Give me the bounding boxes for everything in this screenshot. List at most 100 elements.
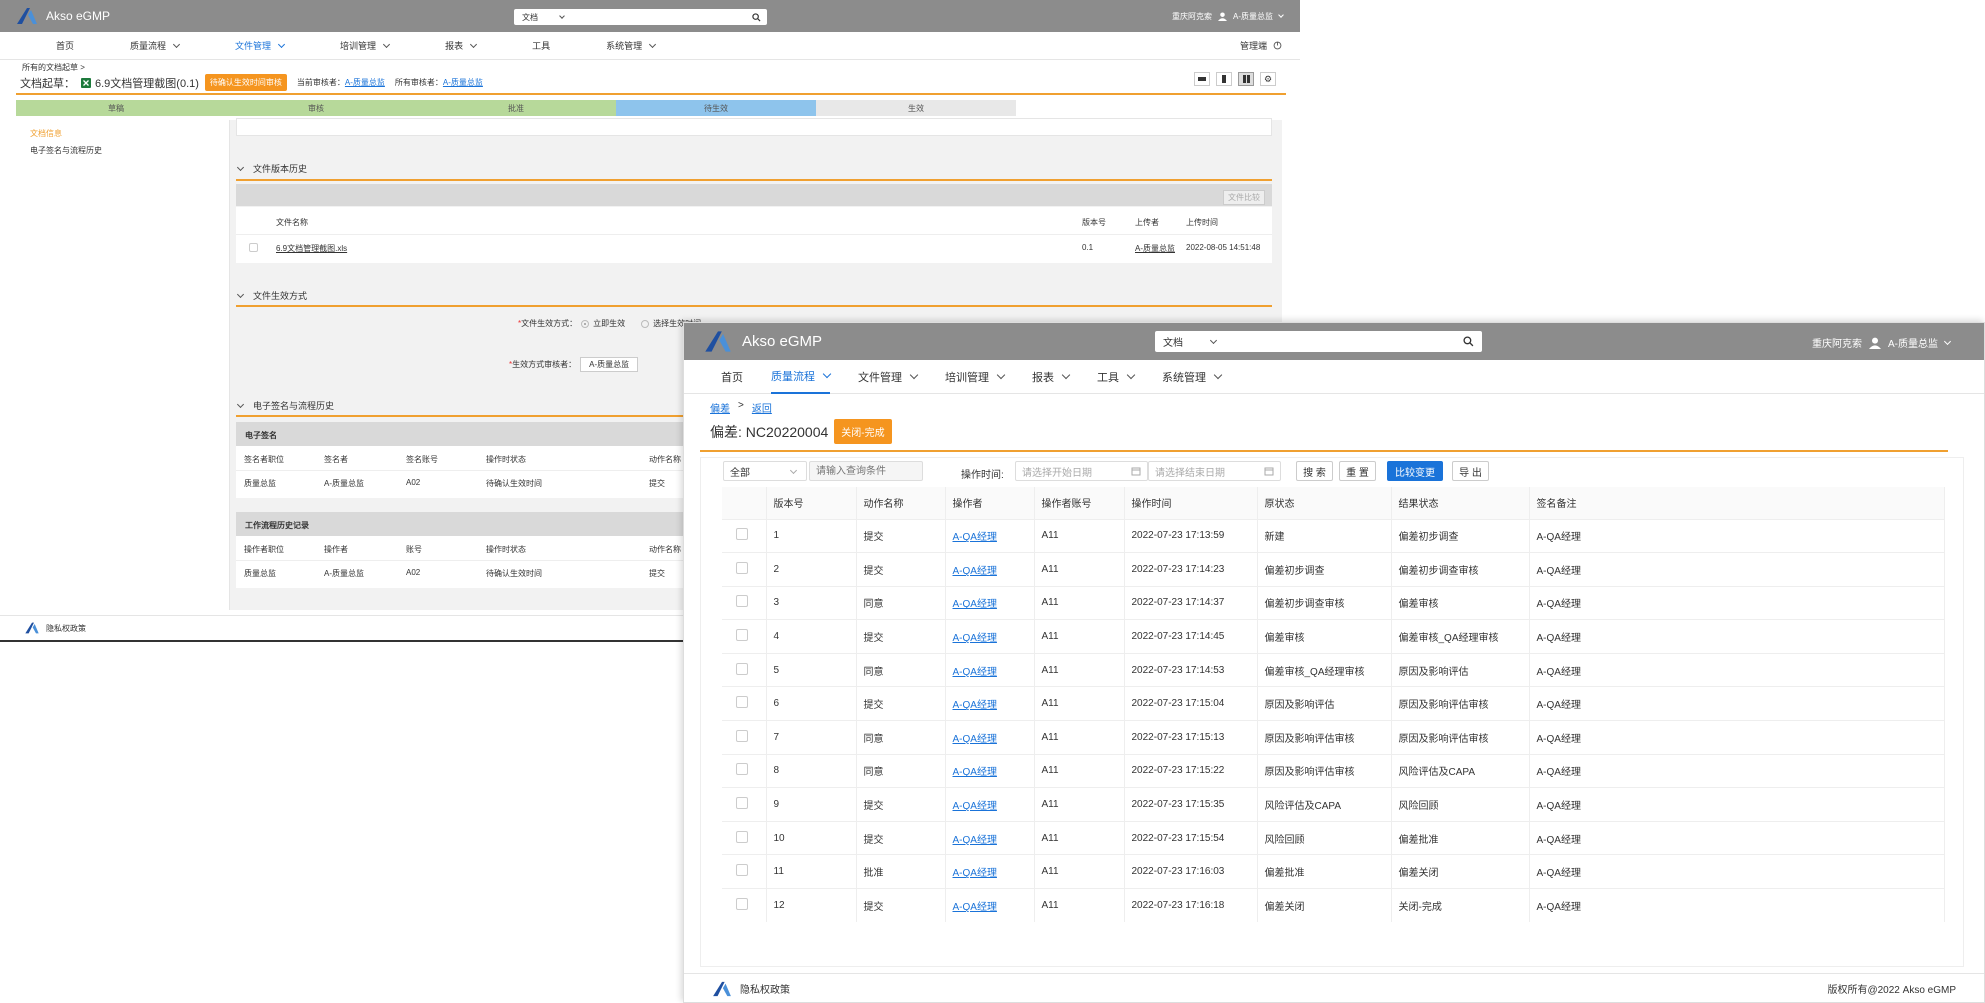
settings-button[interactable]: ⚙ xyxy=(1260,72,1276,86)
operator-link[interactable]: A-QA经理 xyxy=(945,753,1035,788)
global-search[interactable]: 文档 xyxy=(514,9,767,25)
row-checkbox[interactable] xyxy=(736,629,748,642)
operator-link[interactable]: A-QA经理 xyxy=(945,585,1035,620)
header-divider xyxy=(16,93,1286,95)
row-checkbox[interactable] xyxy=(249,243,258,252)
esign-history-header[interactable]: 电子签名与流程历史 xyxy=(236,399,334,412)
all-reviewers-link[interactable]: A-质量总监 xyxy=(443,77,483,88)
filter-field-select[interactable]: 全部 xyxy=(723,461,807,481)
row-checkbox[interactable] xyxy=(736,797,748,810)
search-scope-select[interactable]: 文档 xyxy=(1163,334,1183,349)
breadcrumb-deviation[interactable]: 偏差 xyxy=(710,400,730,415)
query-input[interactable] xyxy=(809,461,923,481)
breadcrumb-back[interactable]: 返回 xyxy=(752,400,772,415)
nav-home[interactable]: 首页 xyxy=(721,369,743,385)
user-name[interactable]: A-质量总监 xyxy=(1888,335,1938,350)
row-checkbox[interactable] xyxy=(736,561,748,574)
global-search[interactable]: 文档 xyxy=(1155,331,1482,352)
table-cell: A-QA经理 xyxy=(1529,787,1945,822)
nav-reports[interactable]: 报表 xyxy=(417,39,478,52)
privacy-policy-link[interactable]: 隐私权政策 xyxy=(46,623,86,634)
sidebar-item-esign-history[interactable]: 电子签名与流程历史 xyxy=(30,145,102,156)
search-scope-select[interactable]: 文档 xyxy=(522,12,538,23)
row-checkbox[interactable] xyxy=(736,662,748,675)
reset-button[interactable]: 重 置 xyxy=(1339,461,1376,481)
user-area[interactable]: 重庆阿克索 A-质量总监 xyxy=(1172,11,1284,22)
operator-link[interactable]: A-QA经理 xyxy=(945,652,1035,687)
user-area[interactable]: 重庆阿克索 A-质量总监 xyxy=(1812,335,1952,350)
compare-files-button[interactable]: 文件比较 xyxy=(1223,190,1265,205)
operator-link[interactable]: A-QA经理 xyxy=(945,686,1035,721)
select-cell xyxy=(722,686,767,721)
operator-link[interactable]: A-QA经理 xyxy=(945,720,1035,755)
operator-link[interactable]: A-QA经理 xyxy=(945,619,1035,654)
logout-icon[interactable] xyxy=(1273,41,1282,50)
layout-single-button[interactable] xyxy=(1194,72,1210,86)
operator-link[interactable]: A-QA经理 xyxy=(945,854,1035,889)
table-cell: 关闭-完成 xyxy=(1391,888,1530,923)
export-button[interactable]: 导 出 xyxy=(1452,461,1489,481)
table-cell: A-QA经理 xyxy=(1529,720,1945,755)
user-name[interactable]: A-质量总监 xyxy=(1233,11,1273,22)
breadcrumb[interactable]: 所有的文档起草 > xyxy=(22,62,85,73)
operator-link[interactable]: A-QA经理 xyxy=(945,888,1035,923)
operator-link[interactable]: A-QA经理 xyxy=(945,552,1035,587)
row-checkbox[interactable] xyxy=(736,763,748,776)
table-cell: A11 xyxy=(1034,753,1125,788)
search-button[interactable]: 搜 索 xyxy=(1296,461,1333,481)
file-name-link[interactable]: 6.9文档管理截图.xls xyxy=(276,243,347,254)
field-label: 生效方式审核者： xyxy=(512,360,577,369)
reviewer-select[interactable]: A-质量总监 xyxy=(580,357,639,372)
header-divider xyxy=(700,450,1948,452)
nav-tools[interactable]: 工具 xyxy=(1097,369,1136,385)
nav-training[interactable]: 培训管理 xyxy=(312,39,391,52)
table-cell: 偏差审核 xyxy=(1391,585,1530,620)
nav-tools[interactable]: 工具 xyxy=(504,39,550,52)
nav-system[interactable]: 系统管理 xyxy=(1162,369,1223,385)
table-cell: A-QA经理 xyxy=(1529,753,1945,788)
search-icon[interactable] xyxy=(752,12,761,22)
operator-link[interactable]: A-QA经理 xyxy=(945,787,1035,822)
row-checkbox[interactable] xyxy=(736,696,748,709)
uploader-cell[interactable]: A-质量总监 xyxy=(1135,243,1175,254)
admin-link[interactable]: 管理端 xyxy=(1212,39,1282,52)
nav-training[interactable]: 培训管理 xyxy=(945,369,1006,385)
table-cell: A-QA经理 xyxy=(1529,552,1945,587)
table-cell: 偏差初步调查 xyxy=(1257,552,1392,587)
radio-select-time[interactable] xyxy=(641,319,650,328)
table-cell: 偏差审核_QA经理审核 xyxy=(1257,652,1392,687)
current-reviewer-link[interactable]: A-质量总监 xyxy=(345,77,385,88)
table-cell: 2022-07-23 17:15:35 xyxy=(1124,787,1258,822)
operator-link[interactable]: A-QA经理 xyxy=(945,820,1035,855)
sidebar-item-document-info[interactable]: 文档信息 xyxy=(30,128,62,139)
table-cell: 同意 xyxy=(856,652,946,687)
search-icon[interactable] xyxy=(1463,336,1474,347)
row-checkbox[interactable] xyxy=(736,595,748,608)
privacy-policy-link[interactable]: 隐私权政策 xyxy=(740,981,790,996)
row-checkbox[interactable] xyxy=(736,729,748,742)
workflow-steps: 草稿 审核 批准 待生效 生效 xyxy=(16,100,1016,116)
nav-document-management[interactable]: 文件管理 xyxy=(858,369,919,385)
row-checkbox[interactable] xyxy=(736,830,748,843)
effective-method-header[interactable]: 文件生效方式 xyxy=(236,289,307,302)
operator-link[interactable]: A-QA经理 xyxy=(945,518,1035,553)
nav-quality-process[interactable]: 质量流程 xyxy=(771,360,832,394)
radio-immediate[interactable] xyxy=(581,319,590,328)
layout-columns-button[interactable] xyxy=(1238,72,1254,86)
layout-wide-icon xyxy=(1198,77,1206,81)
row-checkbox[interactable] xyxy=(736,864,748,877)
compare-changes-button[interactable]: 比较变更 xyxy=(1387,461,1443,481)
section-title: 文件版本历史 xyxy=(253,164,308,174)
row-checkbox[interactable] xyxy=(736,898,748,911)
nav-document-management[interactable]: 文件管理 xyxy=(207,39,286,52)
version-history-header[interactable]: 文件版本历史 xyxy=(236,162,308,175)
nav-quality-process[interactable]: 质量流程 xyxy=(102,39,181,52)
nav-reports[interactable]: 报表 xyxy=(1032,369,1071,385)
nav-label: 培训管理 xyxy=(340,41,377,51)
layout-split-button[interactable] xyxy=(1216,72,1232,86)
nav-system[interactable]: 系统管理 xyxy=(578,39,657,52)
end-date-input[interactable]: 请选择结束日期 xyxy=(1148,461,1281,481)
row-checkbox[interactable] xyxy=(736,528,748,541)
start-date-input[interactable]: 请选择开始日期 xyxy=(1015,461,1148,481)
nav-home[interactable]: 首页 xyxy=(28,39,74,52)
